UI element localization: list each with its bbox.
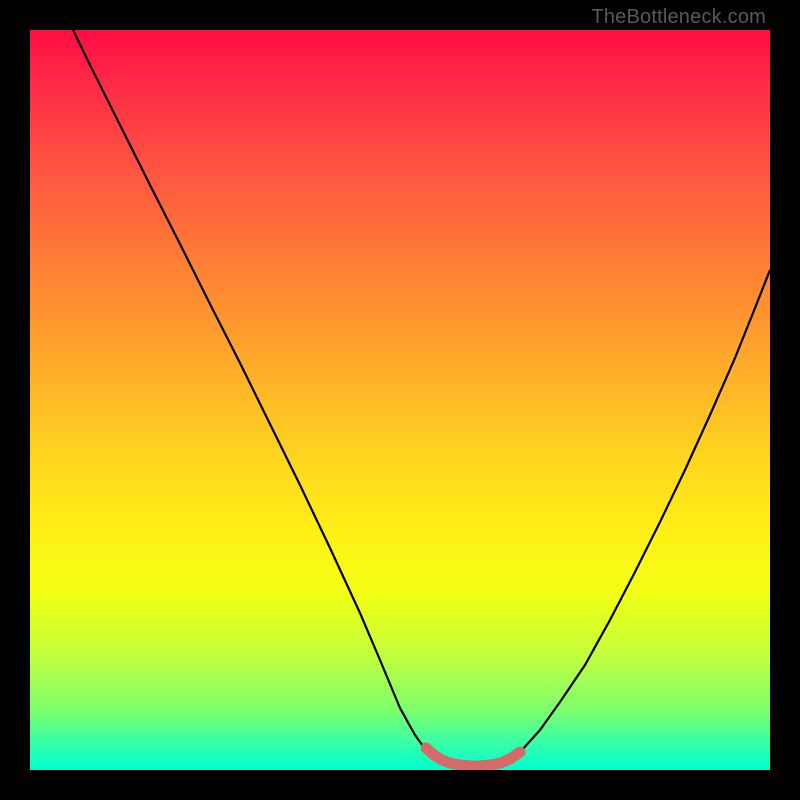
chart-frame: TheBottleneck.com xyxy=(0,0,800,800)
left-curve xyxy=(73,30,440,762)
floor-highlight xyxy=(426,748,520,766)
curve-svg xyxy=(30,30,770,770)
watermark-text: TheBottleneck.com xyxy=(591,6,766,29)
plot-area xyxy=(30,30,770,770)
right-curve xyxy=(508,270,770,762)
